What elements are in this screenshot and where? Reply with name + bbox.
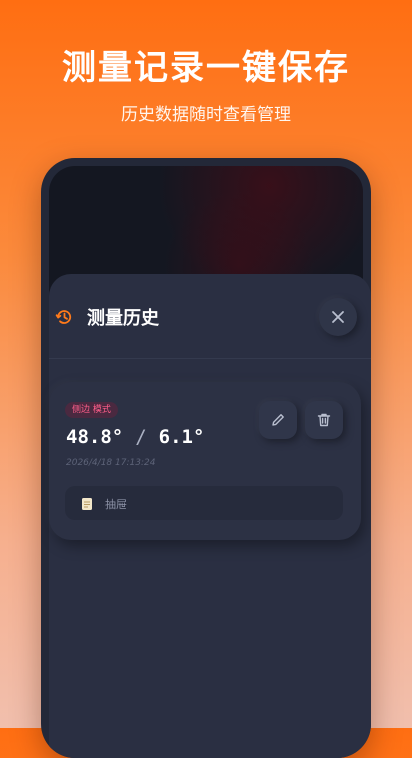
- edit-button[interactable]: [259, 401, 297, 439]
- history-sheet: 测量历史 侧边 模式 48.8° / 6.1° 2026/4/18 17:13:24: [49, 274, 371, 758]
- phone-frame: 测量历史 侧边 模式 48.8° / 6.1° 2026/4/18 17:13:24: [41, 158, 371, 758]
- note-row: 抽屉: [65, 486, 343, 520]
- value-a: 48.8°: [66, 426, 124, 448]
- delete-button[interactable]: [305, 401, 343, 439]
- mode-badge: 侧边 模式: [65, 402, 118, 418]
- sheet-title: 测量历史: [87, 308, 159, 329]
- promo-subline: 历史数据随时查看管理: [121, 105, 291, 125]
- close-icon: [332, 311, 344, 323]
- value-b: 6.1°: [158, 426, 205, 448]
- pencil-icon: [272, 414, 284, 426]
- note-icon: [81, 496, 93, 510]
- history-icon: [55, 308, 73, 326]
- note-text: 抽屉: [105, 498, 127, 511]
- sheet-header: 测量历史: [49, 274, 371, 359]
- measurement-values: 48.8° / 6.1°: [66, 426, 204, 448]
- close-button[interactable]: [319, 298, 357, 336]
- history-record-card[interactable]: 侧边 模式 48.8° / 6.1° 2026/4/18 17:13:24 抽屉: [49, 382, 361, 540]
- value-separator: /: [135, 426, 147, 448]
- promo-headline: 测量记录一键保存: [62, 48, 350, 88]
- trash-icon: [317, 413, 331, 427]
- record-timestamp: 2026/4/18 17:13:24: [66, 458, 156, 468]
